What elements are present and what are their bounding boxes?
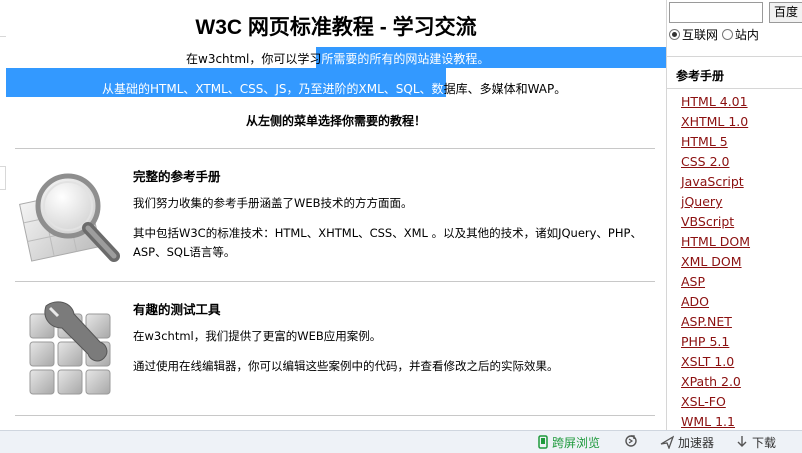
cross-screen-button[interactable]: 跨屏浏览 bbox=[538, 434, 600, 452]
sidebar-link[interactable]: jQuery bbox=[681, 194, 722, 209]
status-label: 加速器 bbox=[678, 436, 715, 450]
phone-icon bbox=[538, 435, 548, 452]
browser-status-bar: 跨屏浏览 加速器 下载 bbox=[0, 430, 802, 453]
plane-icon bbox=[660, 435, 675, 452]
sidebar-link[interactable]: JavaScript bbox=[681, 174, 744, 189]
radio-site[interactable]: 站内 bbox=[721, 28, 759, 42]
intro-selected-text: 从基础的HTML、XTML、CSS、JS，乃至进阶的XML、SQL、数 bbox=[102, 82, 444, 96]
sidebar-link[interactable]: XML DOM bbox=[681, 254, 742, 269]
sidebar-link[interactable]: HTML 5 bbox=[681, 134, 728, 149]
intro-line-1: 在w3chtml，你可以学习所需要的所有的网站建设教程。 bbox=[186, 50, 490, 67]
sidebar-link[interactable]: XPath 2.0 bbox=[681, 374, 741, 389]
refresh-icon bbox=[624, 434, 638, 451]
sidebar-link[interactable]: ADO bbox=[681, 294, 709, 309]
sidebar-link[interactable]: XSL-FO bbox=[681, 394, 726, 409]
search-button[interactable]: 百度 bbox=[769, 2, 802, 23]
magnifier-icon bbox=[16, 160, 126, 279]
accelerator-button[interactable]: 加速器 bbox=[660, 434, 714, 452]
sidebar-link[interactable]: PHP 5.1 bbox=[681, 334, 729, 349]
feature-text: 其中包括W3C的标准技术：HTML、XHTML、CSS、XML 。以及其他的技术… bbox=[133, 226, 642, 259]
intro-line-2: 从基础的HTML、XTML、CSS、JS，乃至进阶的XML、SQL、数据库、多媒… bbox=[102, 80, 566, 97]
feature-title: 完整的参考手册 bbox=[133, 169, 221, 184]
wrench-icon bbox=[20, 292, 120, 411]
divider bbox=[15, 415, 655, 416]
reference-links: HTML 4.01 XHTML 1.0 HTML 5 CSS 2.0 JavaS… bbox=[681, 93, 750, 433]
sidebar-heading: 参考手册 bbox=[676, 69, 725, 83]
sidebar-link[interactable]: CSS 2.0 bbox=[681, 154, 729, 169]
radio-selected-icon[interactable] bbox=[669, 29, 680, 40]
radio-label: 互联网 bbox=[682, 28, 719, 42]
intro-selected-text: 所需要的所有的网站建设教程。 bbox=[321, 52, 490, 66]
divider bbox=[667, 88, 802, 89]
sidebar-link[interactable]: XSLT 1.0 bbox=[681, 354, 734, 369]
radio-unselected-icon[interactable] bbox=[721, 29, 733, 40]
status-label: 下载 bbox=[752, 436, 777, 450]
divider bbox=[15, 281, 655, 282]
sidebar-link[interactable]: ASP bbox=[681, 274, 705, 289]
radio-internet[interactable]: 互联网 bbox=[669, 28, 718, 42]
intro-text: 据库、多媒体和WAP。 bbox=[443, 82, 567, 96]
intro-text: 在w3chtml，你可以学习 bbox=[186, 52, 322, 66]
sidebar: 百度 互联网 站内 参考手册 HTML 4.01 XHTML 1.0 HTML … bbox=[666, 0, 802, 430]
status-label: 跨屏浏览 bbox=[552, 436, 601, 450]
search-scope-radios: 互联网 站内 bbox=[669, 26, 759, 43]
intro-line-3: 从左侧的菜单选择你需要的教程！ bbox=[245, 114, 426, 128]
refresh-button[interactable] bbox=[624, 434, 642, 451]
divider bbox=[15, 148, 655, 149]
page-title: W3C 网页标准教程 - 学习交流 bbox=[195, 16, 477, 39]
sidebar-link[interactable]: ASP.NET bbox=[681, 314, 732, 329]
sidebar-link[interactable]: XHTML 1.0 bbox=[681, 114, 748, 129]
divider bbox=[667, 56, 802, 57]
download-button[interactable]: 下载 bbox=[736, 434, 776, 452]
feature-text: 通过使用在线编辑器，你可以编辑这些案例中的代码，并查看修改之后的实际效果。 bbox=[133, 359, 559, 373]
sidebar-link[interactable]: HTML 4.01 bbox=[681, 94, 748, 109]
feature-text: 我们努力收集的参考手册涵盖了WEB技术的方方面面。 bbox=[133, 196, 413, 210]
sidebar-link[interactable]: VBScript bbox=[681, 214, 734, 229]
radio-label: 站内 bbox=[734, 28, 759, 42]
sidebar-link[interactable]: HTML DOM bbox=[681, 234, 750, 249]
sidebar-link[interactable]: WML 1.1 bbox=[681, 414, 735, 429]
feature-title: 有趣的测试工具 bbox=[133, 302, 221, 317]
main-content: W3C 网页标准教程 - 学习交流 在w3chtml，你可以学习所需要的所有的网… bbox=[6, 0, 666, 430]
download-icon bbox=[736, 435, 748, 452]
feature-text: 在w3chtml，我们提供了更富的WEB应用案例。 bbox=[133, 329, 382, 343]
search-input[interactable] bbox=[669, 2, 763, 23]
